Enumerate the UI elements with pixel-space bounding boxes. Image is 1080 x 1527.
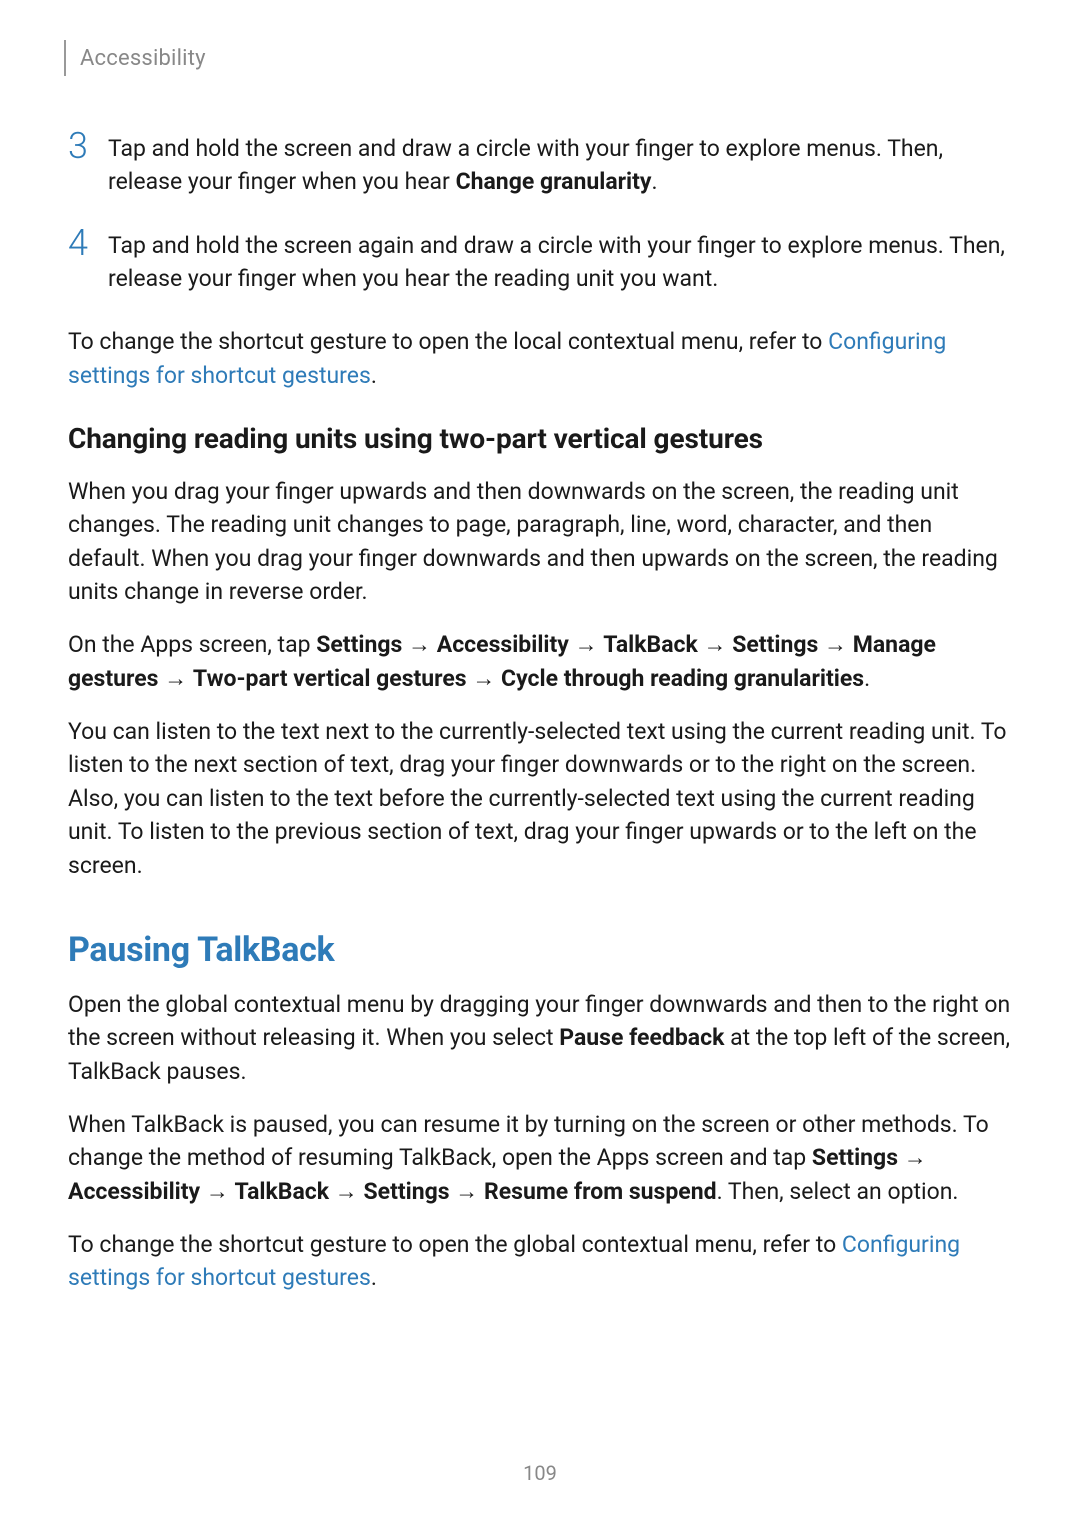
text: On the Apps screen, tap (68, 631, 316, 658)
section1-p3: You can listen to the text next to the c… (68, 715, 1012, 882)
step-text: Tap and hold the screen and draw a circl… (108, 132, 1012, 199)
step-number: 4 (68, 225, 108, 261)
section1-p1: When you drag your finger upwards and th… (68, 475, 1012, 608)
path-segment: Accessibility (437, 631, 569, 658)
arrow-icon: → (450, 1178, 484, 1205)
text: . (864, 665, 870, 692)
arrow-icon: → (329, 1178, 363, 1205)
header-divider (64, 40, 66, 76)
arrow-icon: → (158, 665, 192, 692)
step-text-post: . (652, 168, 658, 195)
step-text: Tap and hold the screen again and draw a… (108, 229, 1012, 296)
path-segment: Settings (316, 631, 402, 658)
page-header: Accessibility (64, 40, 1012, 76)
text: To change the shortcut gesture to open t… (68, 328, 828, 355)
section2-p1: Open the global contextual menu by dragg… (68, 988, 1012, 1088)
section2-p3: To change the shortcut gesture to open t… (68, 1228, 1012, 1295)
path-segment: Cycle through reading granularities (501, 665, 864, 692)
path-segment: Settings (732, 631, 818, 658)
path-segment: TalkBack (603, 631, 698, 658)
numbered-steps: 3 Tap and hold the screen and draw a cir… (68, 132, 1012, 295)
step-number: 3 (68, 128, 108, 164)
text: . Then, select an option. (717, 1178, 959, 1205)
arrow-icon: → (569, 631, 603, 658)
section2-p2: When TalkBack is paused, you can resume … (68, 1108, 1012, 1208)
arrow-icon: → (898, 1144, 927, 1171)
path-segment: Settings (812, 1144, 898, 1171)
path-segment: TalkBack (235, 1178, 330, 1205)
text: To change the shortcut gesture to open t… (68, 1231, 842, 1258)
step-text-pre: Tap and hold the screen again and draw a… (108, 232, 1005, 292)
path-segment: Resume from suspend (484, 1178, 717, 1205)
arrow-icon: → (467, 665, 501, 692)
path-segment: Accessibility (68, 1178, 200, 1205)
header-title: Accessibility (80, 46, 206, 71)
page-number: 109 (0, 1461, 1080, 1485)
text: . (371, 362, 377, 389)
heading-pausing-talkback: Pausing TalkBack (68, 930, 1012, 970)
arrow-icon: → (200, 1178, 234, 1205)
path-segment: Two-part vertical gestures (193, 665, 467, 692)
bold-text: Pause feedback (559, 1024, 724, 1051)
arrow-icon: → (818, 631, 852, 658)
step-3: 3 Tap and hold the screen and draw a cir… (68, 132, 1012, 199)
step-text-bold: Change granularity (456, 168, 652, 195)
heading-changing-reading-units: Changing reading units using two-part ve… (68, 422, 1012, 455)
section1-p2: On the Apps screen, tap Settings → Acces… (68, 628, 1012, 695)
text: . (371, 1264, 377, 1291)
path-segment: Settings (363, 1178, 449, 1205)
shortcut-para-1: To change the shortcut gesture to open t… (68, 325, 1012, 392)
arrow-icon: → (402, 631, 436, 658)
arrow-icon: → (698, 631, 732, 658)
step-4: 4 Tap and hold the screen again and draw… (68, 229, 1012, 296)
